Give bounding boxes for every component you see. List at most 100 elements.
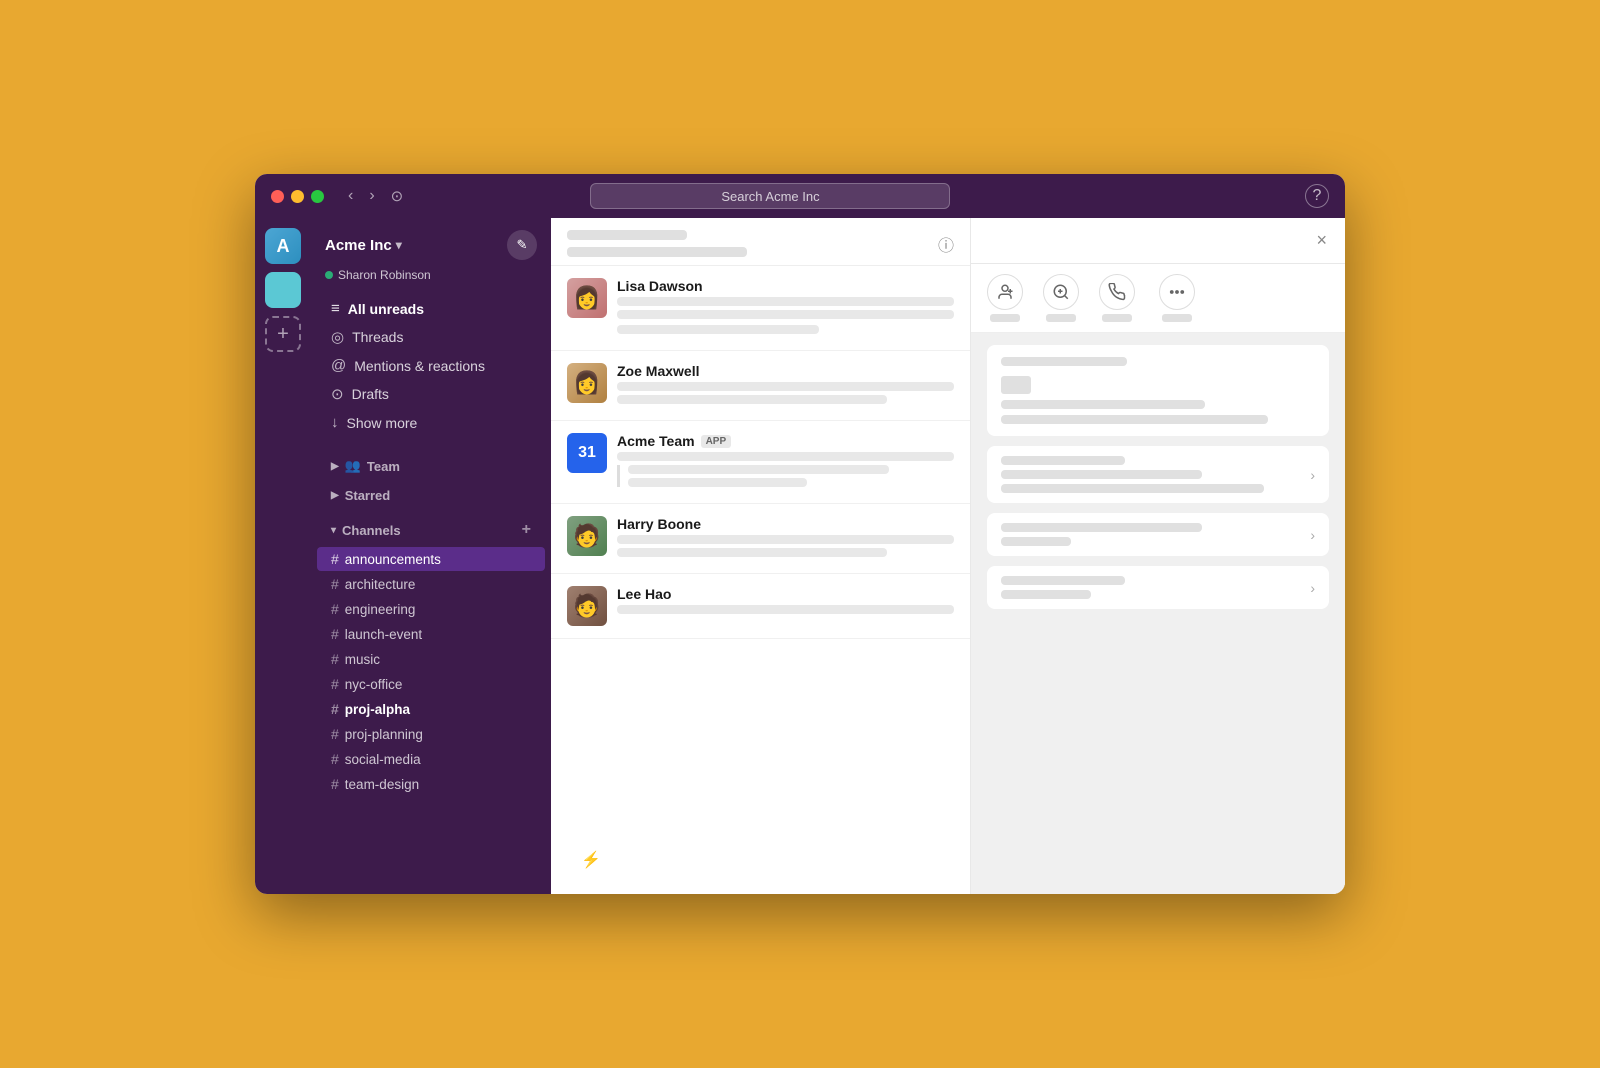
sk-line — [617, 395, 887, 404]
team-section-header[interactable]: ▶ 👥 Team — [331, 455, 531, 477]
section-row-1[interactable]: › — [987, 446, 1329, 503]
sk-line — [1001, 537, 1071, 546]
channel-item-proj-alpha[interactable]: # proj-alpha — [317, 697, 545, 721]
starred-chevron-icon: ▶ — [331, 490, 339, 501]
convo-item-zoe-maxwell[interactable]: 👩 Zoe Maxwell — [551, 351, 970, 421]
hash-icon: # — [331, 726, 339, 742]
search-channel-button[interactable] — [1043, 274, 1079, 322]
starred-section: ▶ Starred — [311, 481, 551, 510]
avatar-harry-boone: 🧑 — [567, 516, 607, 556]
workspace-name-label: Acme Inc — [325, 237, 392, 254]
nav-item-threads[interactable]: ◎ Threads — [317, 323, 545, 351]
sk-line — [1001, 470, 1202, 479]
hash-icon: # — [331, 551, 339, 567]
chevron-right-icon: › — [1310, 467, 1315, 483]
sk-line — [628, 465, 889, 474]
channel-name: announcements — [345, 552, 441, 567]
workspace-icon-secondary[interactable] — [265, 272, 301, 308]
team-label: Team — [367, 459, 400, 474]
channel-item-engineering[interactable]: # engineering — [317, 597, 545, 621]
nav-item-mentions[interactable]: @ Mentions & reactions — [317, 352, 545, 379]
fullscreen-traffic-light[interactable] — [311, 190, 324, 203]
channel-item-social-media[interactable]: # social-media — [317, 747, 545, 771]
channel-name: music — [345, 652, 380, 667]
convo-name-lisa: Lisa Dawson — [617, 278, 954, 294]
convo-item-lisa-dawson[interactable]: 👩 Lisa Dawson — [551, 266, 970, 351]
channel-name: social-media — [345, 752, 421, 767]
sk-line — [1001, 456, 1125, 465]
convo-name-lee: Lee Hao — [617, 586, 954, 602]
add-member-button[interactable] — [987, 274, 1023, 322]
history-button[interactable]: ⊙ — [387, 185, 408, 207]
sk-line — [1001, 590, 1091, 599]
workspace-name-button[interactable]: Acme Inc ▾ — [325, 237, 402, 254]
sk-line — [1001, 400, 1205, 409]
sk-line — [1001, 415, 1268, 424]
back-button[interactable]: ‹ — [344, 185, 357, 207]
section-row-2[interactable]: › — [987, 513, 1329, 556]
search-bar[interactable]: Search Acme Inc — [590, 183, 950, 209]
sk-line — [628, 478, 807, 487]
lightning-icon[interactable]: ⚡ — [581, 850, 601, 870]
convo-body-zoe: Zoe Maxwell — [617, 363, 954, 408]
starred-section-header[interactable]: ▶ Starred — [331, 485, 531, 506]
convo-item-acme-team[interactable]: 31 Acme Team APP — [551, 421, 970, 504]
hash-icon: # — [331, 701, 339, 717]
channel-item-music[interactable]: # music — [317, 647, 545, 671]
nav-label-threads: Threads — [352, 329, 403, 345]
avatar-face-icon: 🧑 — [573, 586, 600, 626]
channel-name: engineering — [345, 602, 416, 617]
convo-item-harry-boone[interactable]: 🧑 Harry Boone — [551, 504, 970, 574]
channel-item-proj-planning[interactable]: # proj-planning — [317, 722, 545, 746]
forward-button[interactable]: › — [365, 185, 378, 207]
avatar-lisa-dawson: 👩 — [567, 278, 607, 318]
avatar-face-icon: 👩 — [573, 278, 600, 318]
sk-line — [1001, 484, 1264, 493]
add-workspace-button[interactable]: + — [265, 316, 301, 352]
help-button[interactable]: ? — [1305, 184, 1329, 208]
channel-name: launch-event — [345, 627, 422, 642]
nav-item-show-more[interactable]: ↓ Show more — [317, 409, 545, 436]
sk-line — [617, 548, 887, 557]
close-traffic-light[interactable] — [271, 190, 284, 203]
search-placeholder: Search Acme Inc — [721, 189, 819, 204]
call-button[interactable] — [1099, 274, 1135, 322]
channel-item-announcements[interactable]: # announcements — [317, 547, 545, 571]
call-icon — [1099, 274, 1135, 310]
content-area: ⓘ 👩 Lisa Dawson — [551, 218, 1345, 894]
minimize-traffic-light[interactable] — [291, 190, 304, 203]
channel-item-launch-event[interactable]: # launch-event — [317, 622, 545, 646]
hash-icon: # — [331, 626, 339, 642]
avatar-lee-hao: 🧑 — [567, 586, 607, 626]
team-emoji-icon: 👥 — [345, 458, 361, 474]
more-actions-button[interactable] — [1159, 274, 1195, 322]
message-input-area: ⚡ — [567, 842, 954, 878]
close-panel-button[interactable]: × — [1314, 228, 1329, 253]
convo-body-acme: Acme Team APP — [617, 433, 954, 491]
compose-button[interactable]: ✎ — [507, 230, 537, 260]
add-member-icon — [987, 274, 1023, 310]
workspace-icon-primary[interactable]: A — [265, 228, 301, 264]
panel-header-title — [567, 230, 747, 257]
add-channel-button[interactable]: + — [522, 521, 531, 539]
nav-item-drafts[interactable]: ⊙ Drafts — [317, 380, 545, 408]
channel-item-nyc-office[interactable]: # nyc-office — [317, 672, 545, 696]
section-row-3[interactable]: › — [987, 566, 1329, 609]
channel-item-architecture[interactable]: # architecture — [317, 572, 545, 596]
app-badge: APP — [701, 435, 732, 448]
main-layout: A + Acme Inc ▾ ✎ Sharon Robinson ≡ All u… — [255, 218, 1345, 894]
panel-info-icon[interactable]: ⓘ — [938, 232, 954, 256]
convo-item-lee-hao[interactable]: 🧑 Lee Hao — [551, 574, 970, 639]
tool-label-skeleton — [990, 314, 1020, 322]
workspace-header: Acme Inc ▾ ✎ — [311, 218, 551, 268]
tool-label-skeleton — [1162, 314, 1192, 322]
drafts-icon: ⊙ — [331, 385, 344, 403]
channel-item-team-design[interactable]: # team-design — [317, 772, 545, 796]
more-icon — [1159, 274, 1195, 310]
conversation-list: 👩 Lisa Dawson 👩 — [551, 266, 970, 842]
icon-strip: A + — [255, 218, 311, 894]
hash-icon: # — [331, 676, 339, 692]
mentions-icon: @ — [331, 357, 346, 374]
channels-section-header[interactable]: ▾ Channels + — [331, 518, 531, 542]
nav-item-all-unreads[interactable]: ≡ All unreads — [317, 295, 545, 322]
